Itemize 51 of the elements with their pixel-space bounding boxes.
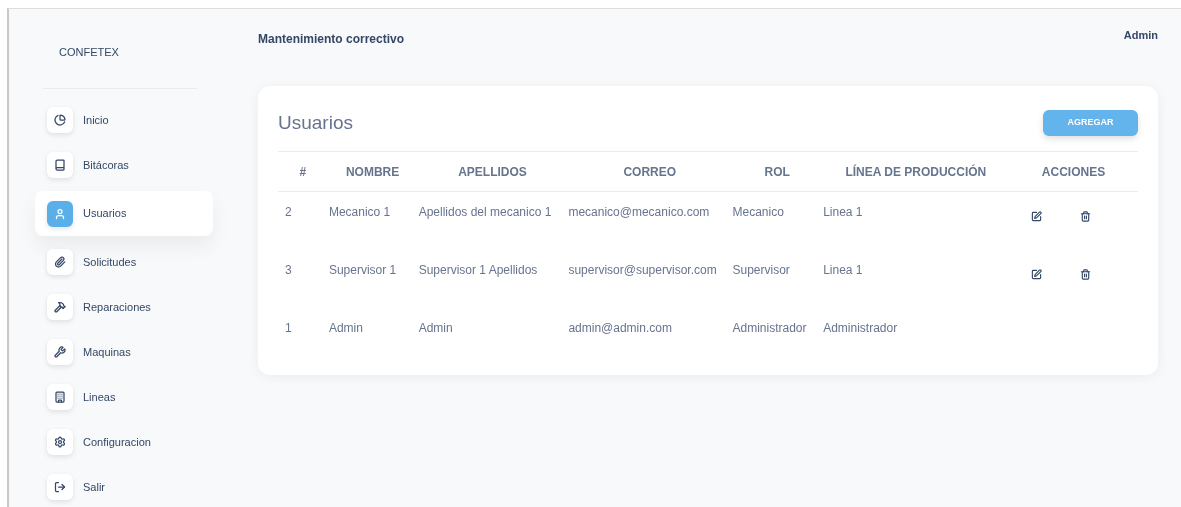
trash-icon[interactable] [1080, 269, 1092, 280]
column-header: ROL [763, 163, 791, 181]
table-cell-text: Mecanico 1 [327, 204, 392, 221]
sidebar-item[interactable]: Bitácoras [35, 146, 213, 184]
column-header: CORREO [622, 163, 678, 181]
table-cell-text: mecanico@mecanico.com [567, 204, 711, 221]
table-cell-text: Linea 1 [822, 262, 864, 279]
user-icon [54, 207, 66, 220]
column-header: ACCIONES [1040, 163, 1107, 181]
page-title: Mantenimiento correctivo [258, 31, 405, 48]
table-cell-text: Administrador [731, 320, 808, 337]
sidebar-item[interactable]: Reparaciones [35, 288, 213, 326]
table-cell-text: Admin [327, 320, 364, 337]
sidebar-item[interactable]: Solicitudes [35, 243, 213, 281]
paperclip-icon [54, 256, 66, 268]
table-cell-text: Admin [417, 320, 454, 337]
pie-chart-icon [54, 114, 66, 126]
edit-icon[interactable] [1031, 211, 1043, 222]
table-cell-text: Administrador [822, 320, 899, 337]
table-cell-text: Supervisor [731, 262, 791, 279]
column-header: LÍNEA DE PRODUCCIÓN [844, 163, 988, 181]
book-icon [54, 159, 66, 171]
brand-name: CONFETEX [59, 45, 119, 61]
table-cell-text: Supervisor 1 [327, 262, 398, 279]
table-cell-text: Apellidos del mecanico 1 [417, 204, 553, 221]
sidebar-item[interactable]: Inicio [35, 101, 213, 139]
sidebar-item[interactable]: Usuarios [35, 191, 213, 236]
column-header: NOMBRE [344, 163, 401, 181]
table-cell-text: Mecanico [731, 204, 785, 221]
logout-icon [54, 481, 66, 493]
trash-icon[interactable] [1080, 211, 1092, 222]
table-cell-text: Supervisor 1 Apellidos [417, 262, 539, 279]
tools-icon [54, 346, 66, 358]
sidebar-item[interactable]: Configuracion [35, 423, 213, 461]
sidebar-item[interactable]: Maquinas [35, 333, 213, 371]
table-cell-text: 1 [284, 320, 293, 337]
settings-icon [54, 436, 66, 448]
card-title: Usuarios [278, 110, 353, 135]
table-cell-text: 2 [284, 204, 293, 221]
table-cell-text: Linea 1 [822, 204, 864, 221]
column-header: APELLIDOS [457, 163, 528, 181]
user-name[interactable]: Admin [1123, 27, 1158, 44]
building-icon [54, 391, 66, 403]
table-cell-text: admin@admin.com [567, 320, 673, 337]
table-cell-text: supervisor@supervisor.com [567, 262, 718, 279]
edit-icon[interactable] [1031, 269, 1043, 280]
hammer-icon [54, 301, 66, 313]
table-cell-text: 3 [284, 262, 293, 279]
sidebar-item[interactable]: Lineas [35, 378, 213, 416]
column-header: # [298, 163, 308, 181]
sidebar-item[interactable]: Salir [35, 468, 213, 506]
